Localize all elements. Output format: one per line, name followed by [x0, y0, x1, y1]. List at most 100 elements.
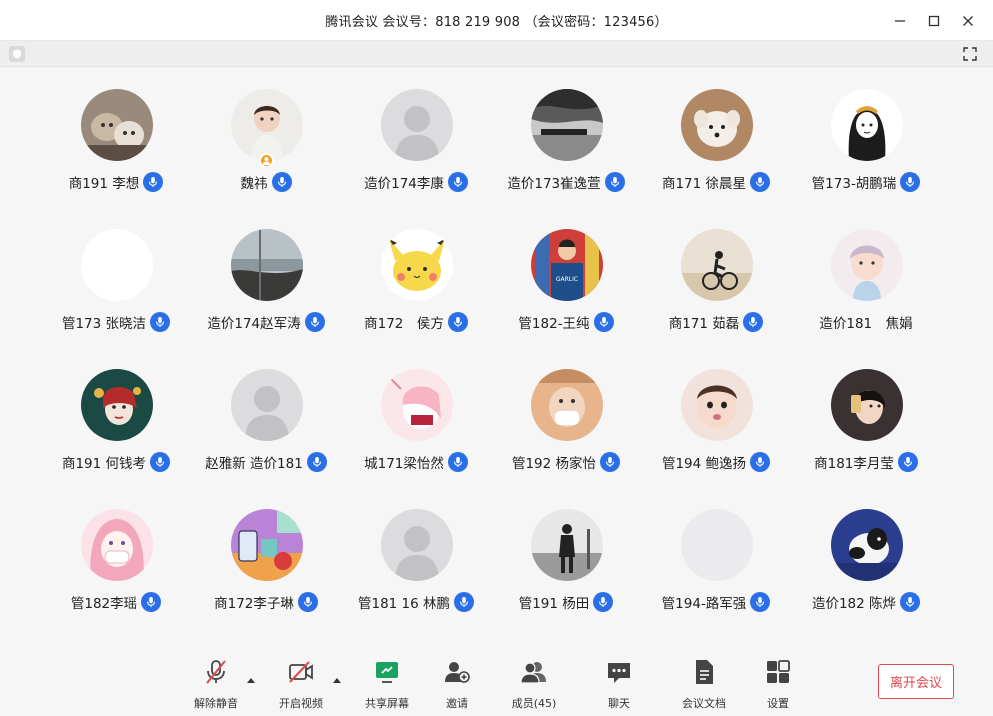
- microphone-icon: [599, 597, 608, 607]
- participant-tile[interactable]: 造价182 陈烨: [791, 487, 941, 612]
- mic-status-icon: [150, 312, 171, 332]
- avatar: [81, 89, 153, 161]
- add-user-icon: [445, 662, 470, 683]
- microphone-icon: [156, 317, 164, 327]
- participant-tile[interactable]: 赵雅新 造价181: [191, 347, 341, 472]
- participant-name: 造价182 陈烨: [811, 596, 897, 612]
- participant-label-row: 商181李月莹: [771, 451, 961, 473]
- minimize-icon: [895, 19, 905, 22]
- close-button[interactable]: [955, 8, 981, 34]
- participant-tile[interactable]: 商191 李想: [41, 67, 191, 192]
- participant-name: 管181 16 林鹏: [357, 596, 451, 612]
- microphone-icon: [756, 457, 764, 467]
- participant-tile[interactable]: 造价174赵军涛: [191, 207, 341, 332]
- maximize-button[interactable]: [921, 8, 947, 34]
- participant-tile[interactable]: 管173-胡鹏瑞: [791, 67, 941, 192]
- participant-name: 商181李月莹: [814, 456, 894, 472]
- participant-label-row: 管173-胡鹏瑞: [771, 171, 961, 193]
- bottom-toolbar: 解除静音 开启视频 共享屏幕 邀请 成员(45) 聊天 会议文档 设置 离开会议: [0, 647, 993, 716]
- leave-meeting-button[interactable]: 离开会议: [878, 664, 954, 699]
- settings-button[interactable]: 设置: [743, 657, 813, 713]
- avatar: [531, 89, 603, 161]
- participant-name: 管194-路军强: [661, 596, 747, 612]
- mic-status-icon: [750, 592, 771, 612]
- muted-mic-icon: [206, 660, 226, 684]
- avatar: [81, 369, 153, 441]
- participant-tile[interactable]: 管192 杨家怡: [491, 347, 641, 472]
- participant-tile[interactable]: 商181李月莹: [791, 347, 941, 472]
- participant-tile[interactable]: GARLIC 管182-王纯: [491, 207, 641, 332]
- share-screen-button[interactable]: 共享屏幕: [352, 657, 422, 713]
- participant-tile[interactable]: 魏祎: [191, 67, 341, 192]
- microphone-icon: [147, 597, 156, 607]
- sub-bar: [0, 41, 993, 67]
- mic-status-icon: [900, 592, 921, 612]
- avatar: [231, 509, 303, 581]
- security-shield-icon[interactable]: [9, 46, 25, 62]
- avatar: [231, 89, 303, 161]
- participant-tile[interactable]: 造价173崔逸萱: [491, 67, 641, 192]
- avatar: [381, 369, 453, 441]
- participant-tile[interactable]: 造价174李康: [341, 67, 491, 192]
- participant-tile[interactable]: 管191 杨田: [491, 487, 641, 612]
- invite-button[interactable]: 邀请: [422, 657, 492, 713]
- microphone-icon: [453, 317, 462, 327]
- mic-status-icon: [271, 172, 292, 192]
- participant-label-row: 造价181 焦娟: [771, 311, 961, 333]
- mic-status-icon: [750, 452, 771, 472]
- microphone-icon: [149, 177, 158, 187]
- mic-status-icon: [297, 592, 318, 612]
- share-screen-label: 共享屏幕: [365, 697, 409, 710]
- audio-options-caret[interactable]: [246, 669, 256, 683]
- minimize-button[interactable]: [887, 8, 913, 34]
- participant-name: 城171梁怡然: [364, 456, 444, 472]
- mic-status-icon: [143, 172, 164, 192]
- microphone-icon: [756, 597, 765, 607]
- microphone-icon: [599, 317, 608, 327]
- participant-tile[interactable]: 造价181 焦娟: [791, 207, 941, 332]
- chat-button[interactable]: 聊天: [584, 657, 654, 713]
- avatar: [531, 369, 603, 441]
- participant-tile[interactable]: 商172 侯方: [341, 207, 491, 332]
- video-options-caret[interactable]: [332, 669, 342, 683]
- start-video-label: 开启视频: [279, 697, 323, 710]
- participant-tile[interactable]: 商171 茹磊: [641, 207, 791, 332]
- microphone-icon: [277, 177, 286, 187]
- mic-status-icon: [141, 592, 162, 612]
- participant-name: 商172 侯方: [364, 316, 444, 332]
- start-video-button[interactable]: 开启视频: [266, 657, 336, 713]
- participant-tile[interactable]: 管173 张晓洁: [41, 207, 191, 332]
- host-badge: [259, 153, 274, 168]
- members-icon: [520, 662, 546, 684]
- members-label: 成员(45): [511, 697, 557, 710]
- meeting-docs-label: 会议文档: [682, 697, 726, 710]
- avatar: GARLIC: [531, 229, 603, 301]
- avatar: [231, 229, 303, 301]
- participant-tile[interactable]: 商172李子琳: [191, 487, 341, 612]
- participant-grid: 商191 李想 魏祎 造价174李康 造价173崔逸萱 商171 徐晨星 管173-胡鹏瑞…: [0, 67, 993, 647]
- meeting-docs-button[interactable]: 会议文档: [669, 657, 739, 713]
- mic-status-icon: [743, 312, 764, 332]
- participant-name: 魏祎: [240, 176, 268, 192]
- participant-tile[interactable]: 管194 鲍逸扬: [641, 347, 791, 472]
- participant-tile[interactable]: 商191 何钱考: [41, 347, 191, 472]
- unmute-button[interactable]: 解除静音: [181, 657, 251, 713]
- participant-tile[interactable]: 管182李瑶: [41, 487, 191, 612]
- fullscreen-button[interactable]: [961, 45, 979, 63]
- share-screen-icon: [376, 662, 398, 683]
- participant-name: 管192 杨家怡: [511, 456, 597, 472]
- members-button[interactable]: 成员(45): [499, 657, 569, 713]
- avatar: [831, 509, 903, 581]
- grid-settings-icon: [767, 660, 790, 683]
- chat-icon: [608, 663, 630, 683]
- avatar: [531, 509, 603, 581]
- svg-text:GARLIC: GARLIC: [556, 276, 578, 283]
- participant-tile[interactable]: 管181 16 林鹏: [341, 487, 491, 612]
- participant-tile[interactable]: 城171梁怡然: [341, 347, 491, 472]
- participant-name: 商172李子琳: [214, 596, 294, 612]
- settings-label: 设置: [767, 697, 789, 710]
- participant-tile[interactable]: 商171 徐晨星: [641, 67, 791, 192]
- avatar: [831, 369, 903, 441]
- participant-tile[interactable]: 管194-路军强: [641, 487, 791, 612]
- participant-name: 管173-胡鹏瑞: [811, 176, 897, 192]
